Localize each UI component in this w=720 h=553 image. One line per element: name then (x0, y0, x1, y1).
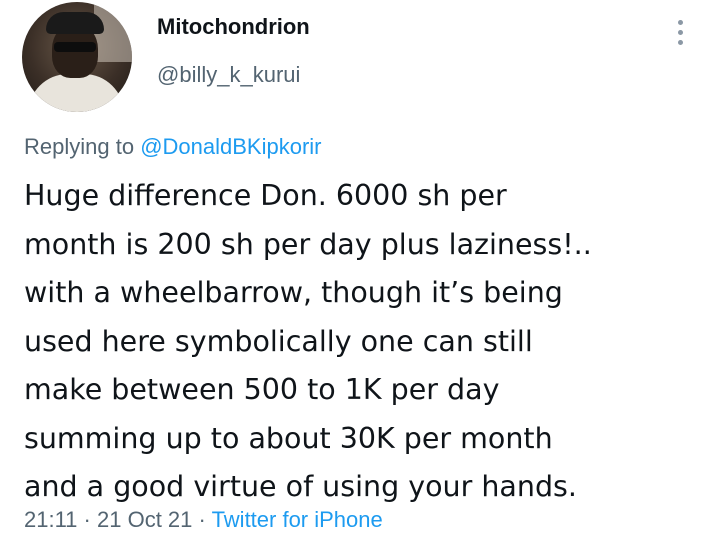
author-handle[interactable]: @billy_k_kurui (157, 62, 300, 88)
tweet-date[interactable]: 21 Oct 21 (97, 507, 192, 532)
reply-prefix: Replying to (24, 134, 135, 159)
meta-separator: · (83, 507, 91, 532)
avatar-glasses (54, 42, 96, 52)
avatar-shirt (28, 74, 124, 112)
tweet-source-link[interactable]: Twitter for iPhone (212, 507, 383, 532)
author-avatar[interactable] (22, 2, 132, 112)
more-vertical-icon-dot (677, 19, 683, 25)
author-display-name[interactable]: Mitochondrion (157, 14, 310, 40)
avatar-cap (46, 12, 104, 34)
reply-context: Replying to @DonaldBKipkorir (24, 134, 322, 160)
more-options-button[interactable] (668, 16, 692, 48)
more-vertical-icon-dot (677, 39, 683, 45)
tweet-metadata: 21:11 · 21 Oct 21 · Twitter for iPhone (24, 507, 383, 533)
more-vertical-icon-dot (677, 29, 683, 35)
tweet-text: Huge difference Don. 6000 sh per month i… (24, 179, 592, 503)
tweet-time[interactable]: 21:11 (24, 507, 77, 532)
meta-separator: · (198, 507, 206, 532)
reply-mention-link[interactable]: @DonaldBKipkorir (140, 134, 321, 159)
